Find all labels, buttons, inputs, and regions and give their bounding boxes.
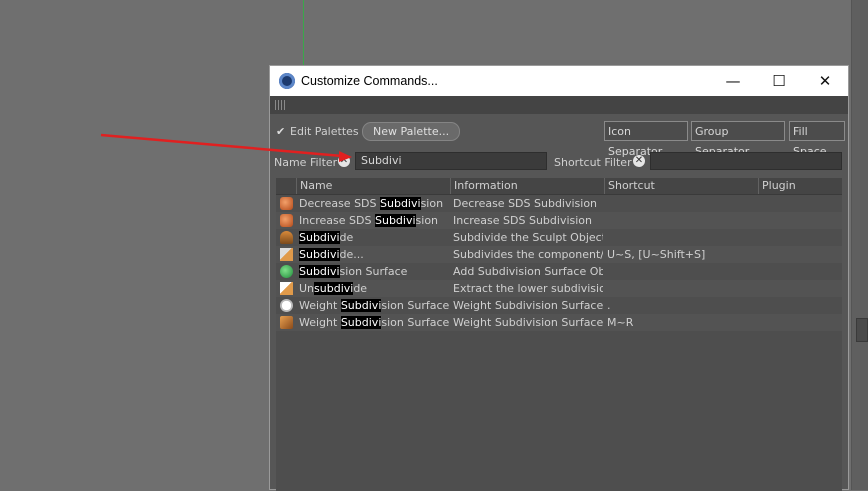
annotation-arrow bbox=[100, 133, 352, 162]
